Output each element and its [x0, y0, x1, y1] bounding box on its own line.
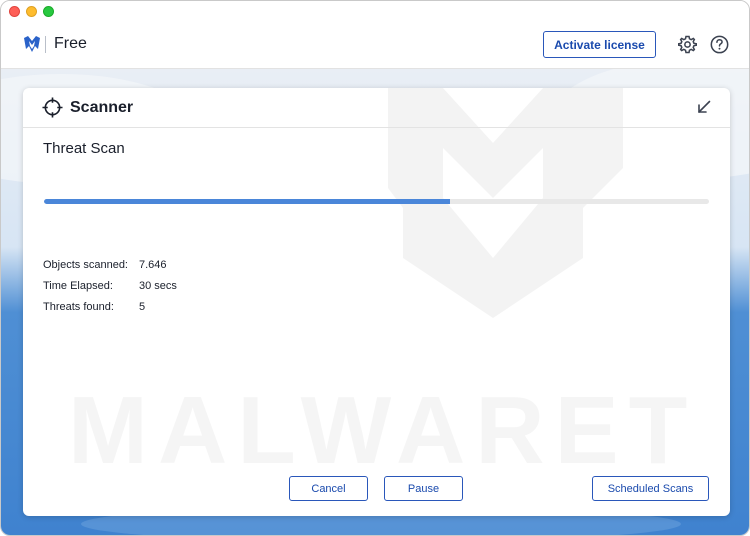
scan-progress-bar [44, 199, 709, 204]
window-minimize-button[interactable] [26, 6, 37, 17]
scanner-header: Scanner [23, 88, 730, 128]
stat-objects-scanned: Objects scanned: 7.646 [43, 254, 177, 275]
pause-button[interactable]: Pause [384, 476, 463, 501]
stat-label: Threats found: [43, 300, 114, 313]
app-window: Free Activate license MALWARET Scanner T… [0, 0, 750, 536]
stat-label: Objects scanned: [43, 258, 128, 271]
cancel-button[interactable]: Cancel [289, 476, 368, 501]
malwarebytes-logo-icon [24, 36, 40, 52]
scan-progress-fill [44, 199, 450, 204]
edition-label: Free [54, 35, 87, 52]
help-icon[interactable] [710, 35, 729, 54]
app-header: Free Activate license [1, 1, 749, 69]
window-close-button[interactable] [9, 6, 20, 17]
header-divider [45, 36, 46, 53]
stat-value: 7.646 [139, 258, 167, 271]
crosshair-icon [42, 97, 63, 118]
activate-license-button[interactable]: Activate license [543, 31, 656, 58]
scanner-title: Scanner [70, 99, 134, 116]
window-controls [9, 6, 54, 17]
minimize-arrow-icon[interactable] [697, 100, 711, 114]
gear-icon[interactable] [678, 35, 697, 54]
scanner-panel: MALWARET Scanner Threat Scan Objects sca… [23, 88, 730, 516]
stat-label: Time Elapsed: [43, 279, 113, 292]
scan-stats: Objects scanned: 7.646 Time Elapsed: 30 … [43, 254, 177, 317]
window-zoom-button[interactable] [43, 6, 54, 17]
stat-value: 5 [139, 300, 146, 313]
watermark-text: MALWARET [68, 377, 697, 484]
scheduled-scans-button[interactable]: Scheduled Scans [592, 476, 709, 501]
stat-time-elapsed: Time Elapsed: 30 secs [43, 275, 177, 296]
stat-value: 30 secs [139, 279, 177, 292]
scan-type-title: Threat Scan [43, 140, 125, 157]
stat-threats-found: Threats found: 5 [43, 296, 177, 317]
